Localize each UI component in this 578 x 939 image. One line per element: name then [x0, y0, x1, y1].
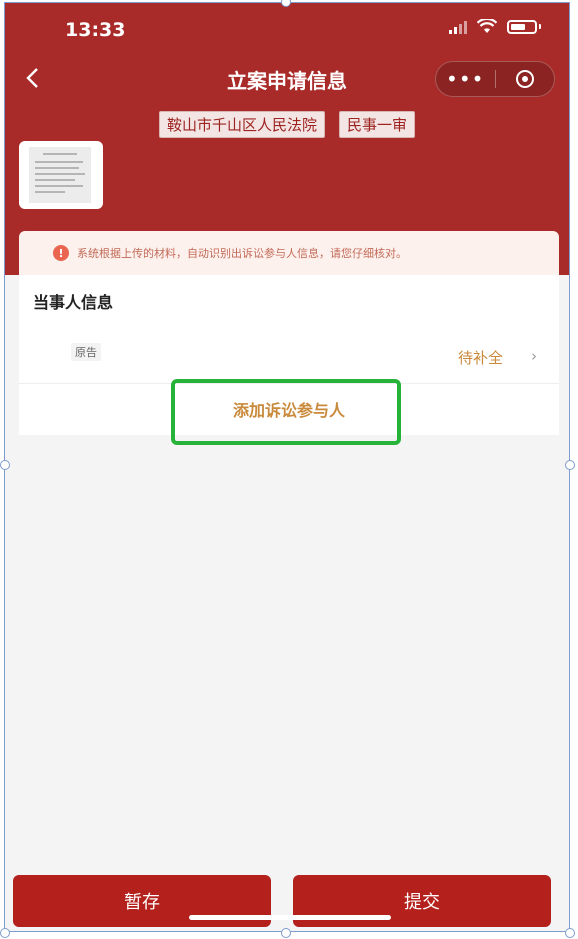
status-time: 13:33 [65, 19, 126, 41]
party-info-card: 当事人信息 原告 待补全 › 添加诉讼参与人 [19, 275, 559, 445]
home-indicator [189, 915, 391, 920]
resize-handle-bottom-left[interactable] [0, 928, 10, 938]
navigation-bar: 立案申请信息 ••• [5, 59, 569, 103]
chevron-right-icon: › [531, 347, 537, 365]
highlight-box [171, 379, 401, 445]
mini-program-capsule: ••• [435, 61, 555, 97]
party-row-plaintiff[interactable]: 原告 待补全 › [19, 323, 559, 384]
resize-handle-bottom-right[interactable] [565, 928, 575, 938]
recognition-notice: ! 系统根据上传的材料，自动识别出诉讼参与人信息，请您仔细核对。 [19, 231, 559, 275]
court-tag: 鞍山市千山区人民法院 [158, 111, 325, 138]
more-options-button[interactable]: ••• [436, 62, 495, 96]
resize-handle-right[interactable] [565, 460, 575, 470]
notice-text: 系统根据上传的材料，自动识别出诉讼参与人信息，请您仔细核对。 [77, 247, 407, 260]
case-tags: 鞍山市千山区人民法院 民事一审 [5, 111, 569, 138]
warning-icon: ! [53, 245, 69, 261]
party-role-badge: 原告 [71, 343, 101, 361]
signal-icon [449, 20, 467, 34]
target-icon [515, 70, 534, 88]
battery-tip-icon [539, 24, 541, 29]
uploaded-document-thumbnail[interactable] [19, 141, 103, 209]
battery-icon [507, 19, 537, 34]
document-image [29, 147, 91, 203]
resize-handle-bottom[interactable] [281, 928, 291, 938]
status-bar: 13:33 [5, 3, 569, 59]
section-title: 当事人信息 [33, 293, 114, 312]
status-icons [449, 19, 541, 34]
close-mini-program-button[interactable] [496, 62, 555, 96]
wifi-icon [477, 19, 497, 33]
case-type-tag: 民事一审 [339, 111, 416, 138]
party-status: 待补全 [457, 349, 503, 367]
phone-screen: 13:33 立案申请信息 ••• 鞍山市千山区人民法院 民事一审 ! 系统根据上… [4, 2, 570, 932]
resize-handle-left[interactable] [0, 460, 10, 470]
